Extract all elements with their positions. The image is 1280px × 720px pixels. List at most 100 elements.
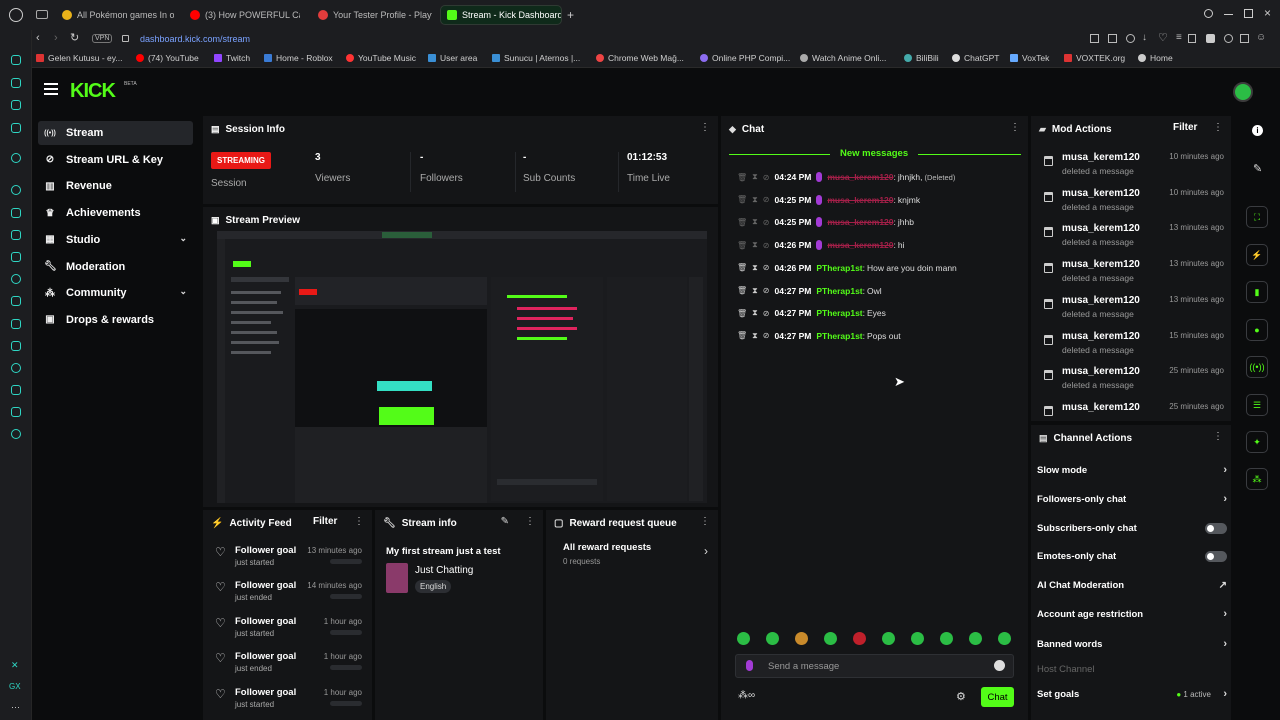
timeout-icon[interactable]: ⧗ (752, 172, 758, 182)
bookmark[interactable]: Twitch (214, 53, 250, 63)
message-username[interactable]: musa_kerem120 (827, 195, 893, 205)
back-icon[interactable]: ‹ (36, 32, 40, 44)
emote-icon[interactable] (766, 632, 779, 645)
ban-icon[interactable]: ⊘ (763, 195, 770, 204)
emote-icon[interactable] (940, 632, 953, 645)
timeout-icon[interactable]: ⧗ (752, 195, 758, 205)
microphone-icon[interactable] (746, 660, 753, 671)
settings-icon[interactable] (11, 429, 21, 439)
activity-filter-button[interactable]: Filter (313, 516, 337, 527)
shield-icon[interactable] (1126, 34, 1135, 43)
edit-pencil-icon[interactable]: ✎ (1253, 162, 1262, 175)
ban-icon[interactable]: ⊘ (763, 173, 770, 182)
sidebar-app-icon[interactable] (11, 319, 21, 329)
chevron-down-icon[interactable]: ⌄ (179, 286, 187, 297)
mod-action-user[interactable]: musa_kerem120 (1062, 223, 1140, 234)
delete-message-icon[interactable]: 🗑︎ (737, 173, 747, 182)
sidebar-app-icon[interactable] (11, 252, 21, 262)
channel-action-banned-words[interactable]: Banned words › (1037, 634, 1227, 654)
bookmark[interactable]: (74) YouTube (136, 53, 199, 63)
more-options-icon[interactable]: ⋮ (1213, 431, 1223, 442)
chat-input[interactable]: Send a message (735, 654, 1014, 678)
tab-islands-icon[interactable] (36, 10, 48, 19)
sidebar-app-icon[interactable] (11, 123, 21, 133)
browser-tab-2[interactable]: (3) How POWERFUL Can... (184, 5, 300, 25)
browser-tab-3[interactable]: Your Tester Profile - Playt... (312, 5, 432, 25)
mod-action-user[interactable]: musa_kerem120 (1062, 152, 1140, 163)
info-icon[interactable]: i (1252, 125, 1263, 136)
toggle-switch[interactable] (1205, 550, 1227, 562)
search-icon[interactable] (1204, 9, 1213, 18)
channel-action-slow-mode[interactable]: Slow mode › (1037, 460, 1227, 480)
more-options-icon[interactable]: ⋮ (700, 122, 710, 133)
bookmark[interactable]: Chrome Web Mağ... (596, 53, 684, 63)
toolbar-card-icon[interactable]: ▮ (1246, 281, 1268, 303)
forward-icon[interactable]: › (54, 32, 58, 44)
extensions-icon[interactable] (11, 407, 21, 417)
delete-message-icon[interactable]: 🗑︎ (737, 195, 747, 204)
more-options-icon[interactable]: ⋮ (525, 516, 535, 527)
ban-icon[interactable]: ⊘ (763, 309, 770, 318)
puzzle-icon[interactable] (1224, 34, 1233, 43)
menu-icon[interactable]: ≡ (1176, 32, 1182, 43)
extension-icon[interactable] (1090, 34, 1099, 43)
delete-message-icon[interactable]: 🗑︎ (737, 286, 747, 295)
avatar[interactable] (1233, 82, 1253, 102)
emote-icon[interactable] (824, 632, 837, 645)
bookmark[interactable]: Home (1138, 53, 1173, 63)
emoji-icon[interactable] (994, 660, 1005, 671)
nav-item-stream[interactable]: ((•)) Stream (38, 121, 193, 145)
timeout-icon[interactable]: ⧗ (752, 331, 758, 341)
timeout-icon[interactable]: ⧗ (752, 286, 758, 296)
set-goals-row[interactable]: Set goals ● 1 active › (1037, 684, 1227, 704)
heart-icon[interactable]: ♡ (1158, 31, 1168, 44)
mod-filter-button[interactable]: Filter (1173, 122, 1197, 133)
ban-icon[interactable]: ⊘ (763, 331, 770, 340)
maximize-icon[interactable] (1244, 9, 1253, 18)
opera-logo-icon[interactable] (9, 8, 23, 22)
toolbar-layout-icon[interactable]: ☰ (1246, 394, 1268, 416)
edit-pencil-icon[interactable]: ✎ (501, 516, 509, 527)
notes-icon[interactable] (1188, 34, 1196, 43)
nav-item-revenue[interactable]: ▥ Revenue (38, 174, 193, 198)
minimize-icon[interactable] (1224, 14, 1233, 15)
toolbar-fullscreen-icon[interactable]: ⛶ (1246, 206, 1268, 228)
timeout-icon[interactable]: ⧗ (752, 263, 758, 273)
emote-icon[interactable] (882, 632, 895, 645)
send-chat-button[interactable]: Chat (981, 687, 1014, 707)
bookmark[interactable]: VOXTEK.org (1064, 53, 1125, 63)
nav-item-stream-url-key[interactable]: ⊘ Stream URL & Key (38, 148, 193, 172)
more-options-icon[interactable]: ⋮ (1010, 122, 1020, 133)
close-icon[interactable]: × (1264, 6, 1271, 20)
more-options-icon[interactable]: ⋮ (700, 516, 710, 527)
snapshot-icon[interactable] (1108, 34, 1117, 43)
emote-icon[interactable] (998, 632, 1011, 645)
hamburger-menu-icon[interactable] (44, 83, 58, 85)
sidebar-app-icon[interactable] (11, 230, 21, 240)
sidebar-toggle-icon[interactable] (1240, 34, 1249, 43)
channel-action-subscribers-only-chat[interactable]: Subscribers-only chat (1037, 518, 1227, 538)
timeout-icon[interactable]: ⧗ (752, 217, 758, 227)
browser-tab-1[interactable]: All Pokémon games In ord... (56, 5, 174, 25)
toolbar-chat-icon[interactable]: ● (1246, 319, 1268, 341)
toggle-switch[interactable] (1205, 522, 1227, 534)
emote-icon[interactable] (737, 632, 750, 645)
sidebar-app-icon[interactable] (11, 153, 21, 163)
mod-action-user[interactable]: musa_kerem120 (1062, 259, 1140, 270)
nav-item-studio[interactable]: ▦ Studio ⌄ (38, 228, 193, 252)
sidebar-app-icon[interactable] (11, 208, 21, 218)
bookmark[interactable]: BiliBili (904, 53, 939, 63)
toolbar-broadcast-icon[interactable]: ((•)) (1246, 356, 1268, 378)
bookmark[interactable]: Watch Anime Onli... (800, 53, 886, 63)
more-options-icon[interactable]: ⋮ (354, 516, 364, 527)
category-name[interactable]: Just Chatting (415, 565, 473, 576)
ban-icon[interactable]: ⊘ (763, 286, 770, 295)
delete-message-icon[interactable]: 🗑︎ (737, 241, 747, 250)
nav-item-moderation[interactable]: 🔧︎ Moderation (38, 255, 193, 279)
message-username[interactable]: musa_kerem120 (827, 217, 893, 227)
sidebar-app-icon[interactable] (11, 274, 21, 284)
download-icon[interactable]: ↓ (1142, 32, 1147, 43)
sidebar-app-icon[interactable] (11, 341, 21, 351)
emote-icon[interactable] (969, 632, 982, 645)
sidebar-app-icon[interactable] (11, 100, 21, 110)
